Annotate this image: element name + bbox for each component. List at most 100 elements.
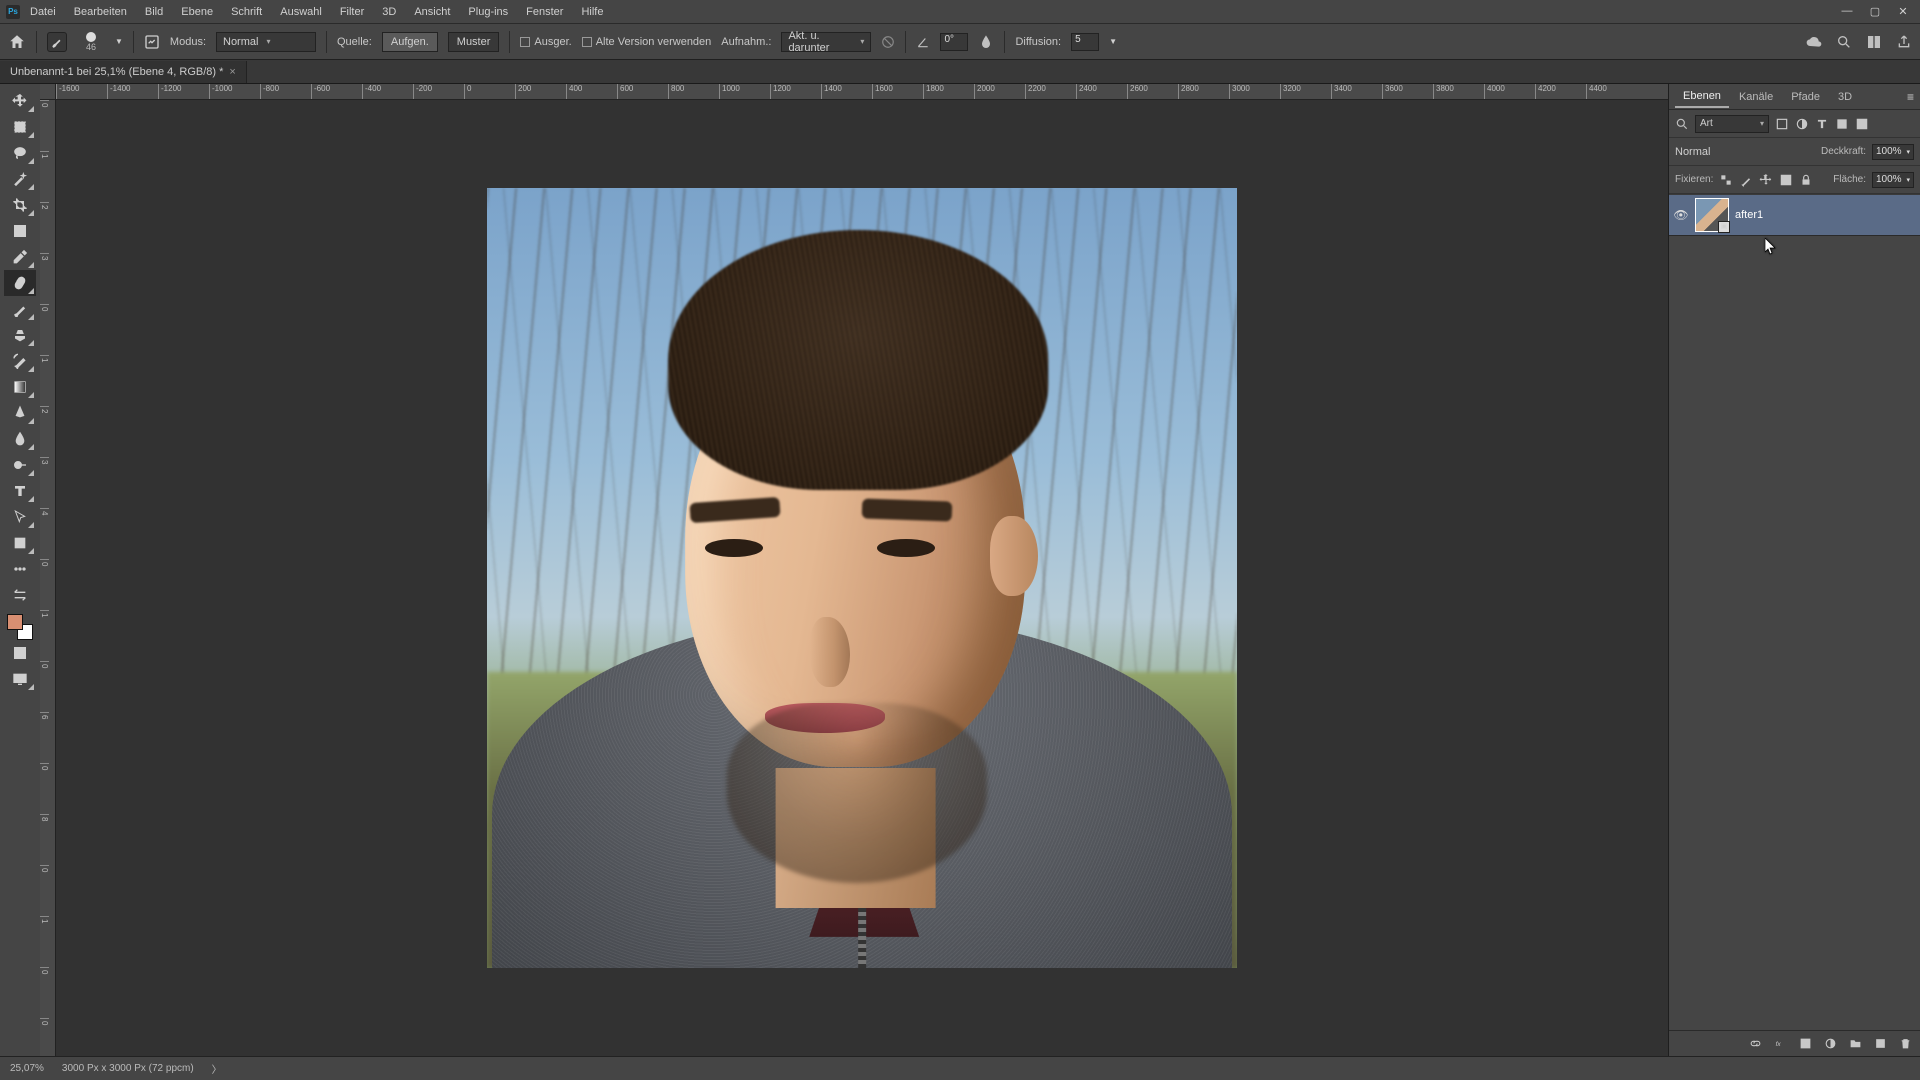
menu-layer[interactable]: Ebene <box>173 3 221 21</box>
quickmask-tool[interactable] <box>4 640 36 666</box>
diffusion-input[interactable]: 5 <box>1071 33 1099 51</box>
canvas-area[interactable]: -1600-1400-1200-1000-800-600-400-2000200… <box>40 84 1668 1056</box>
visibility-icon[interactable]: 👁 <box>1673 208 1689 222</box>
menu-edit[interactable]: Bearbeiten <box>66 3 135 21</box>
marquee-tool[interactable] <box>4 114 36 140</box>
filter-type-icon[interactable] <box>1815 117 1829 131</box>
document-info[interactable]: 3000 Px x 3000 Px (72 ppcm) <box>62 1063 194 1074</box>
fx-icon[interactable]: fx <box>1774 1037 1787 1050</box>
history-brush-tool[interactable] <box>4 348 36 374</box>
brush-tool[interactable] <box>4 296 36 322</box>
gradient-tool[interactable] <box>4 374 36 400</box>
tab-paths[interactable]: Pfade <box>1783 87 1828 107</box>
tab-3d[interactable]: 3D <box>1830 87 1860 107</box>
lock-trans-icon[interactable] <box>1719 173 1733 187</box>
menu-file[interactable]: Datei <box>22 3 64 21</box>
brush-panel-icon[interactable] <box>144 34 160 50</box>
app-icon: Ps <box>6 5 20 19</box>
eyedropper-tool[interactable] <box>4 244 36 270</box>
pressure-icon[interactable] <box>978 34 994 50</box>
filter-adjust-icon[interactable] <box>1795 117 1809 131</box>
filter-pixel-icon[interactable] <box>1775 117 1789 131</box>
fill-input[interactable]: 100% <box>1872 172 1914 188</box>
menu-window[interactable]: Fenster <box>518 3 571 21</box>
brush-preview[interactable]: 46 <box>77 32 105 52</box>
angle-input[interactable]: 0° <box>940 33 968 51</box>
lock-nest-icon[interactable] <box>1779 173 1793 187</box>
chevron-down-icon[interactable]: ▼ <box>115 37 123 46</box>
window-maximize-icon[interactable]: ▢ <box>1868 5 1882 18</box>
window-minimize-icon[interactable]: — <box>1840 5 1854 18</box>
wand-tool[interactable] <box>4 166 36 192</box>
blend-mode-dropdown[interactable]: Normal <box>216 32 316 52</box>
type-tool[interactable] <box>4 478 36 504</box>
workspace-icon[interactable] <box>1866 34 1882 50</box>
lock-pos-icon[interactable] <box>1759 173 1773 187</box>
screenmode-tool[interactable] <box>4 666 36 692</box>
dodge-tool[interactable] <box>4 452 36 478</box>
menu-plugins[interactable]: Plug-ins <box>460 3 516 21</box>
panel-menu-icon[interactable]: ≡ <box>1907 90 1914 104</box>
more-tool[interactable] <box>4 556 36 582</box>
adjust-icon[interactable] <box>1824 1037 1837 1050</box>
angle-icon[interactable] <box>916 35 930 49</box>
menu-image[interactable]: Bild <box>137 3 171 21</box>
status-arrow-icon[interactable]: 〉 <box>212 1061 222 1076</box>
canvas-image[interactable] <box>487 188 1237 968</box>
menu-help[interactable]: Hilfe <box>573 3 611 21</box>
trash-icon[interactable] <box>1899 1037 1912 1050</box>
layer-name[interactable]: after1 <box>1735 209 1763 221</box>
crop-tool[interactable] <box>4 192 36 218</box>
lock-label: Fixieren: <box>1675 174 1713 185</box>
frame-tool[interactable] <box>4 218 36 244</box>
tab-layers[interactable]: Ebenen <box>1675 86 1729 108</box>
sample-dropdown[interactable]: Akt. u. darunter <box>781 32 871 52</box>
home-icon[interactable] <box>8 33 26 51</box>
filter-smart-icon[interactable] <box>1855 117 1869 131</box>
zoom-level[interactable]: 25,07% <box>10 1063 44 1074</box>
new-layer-icon[interactable] <box>1874 1037 1887 1050</box>
tab-channels[interactable]: Kanäle <box>1731 87 1781 107</box>
cloud-icon[interactable] <box>1806 34 1822 50</box>
opacity-input[interactable]: 100% <box>1872 144 1914 160</box>
document-tab[interactable]: Unbenannt-1 bei 25,1% (Ebene 4, RGB/8) *… <box>0 61 247 83</box>
edit-toolbar-icon[interactable] <box>4 582 36 608</box>
aligned-checkbox[interactable]: Ausger. <box>520 36 571 48</box>
mask-icon[interactable] <box>1799 1037 1812 1050</box>
filter-shape-icon[interactable] <box>1835 117 1849 131</box>
lock-all-icon[interactable] <box>1799 173 1813 187</box>
menu-3d[interactable]: 3D <box>374 3 404 21</box>
search-icon[interactable] <box>1836 34 1852 50</box>
color-swatch[interactable] <box>7 614 33 640</box>
search-icon[interactable] <box>1675 117 1689 131</box>
shape-tool[interactable] <box>4 530 36 556</box>
source-sampled-button[interactable]: Aufgen. <box>382 32 438 52</box>
lasso-tool[interactable] <box>4 140 36 166</box>
menu-filter[interactable]: Filter <box>332 3 372 21</box>
source-pattern-button[interactable]: Muster <box>448 32 500 52</box>
group-icon[interactable] <box>1849 1037 1862 1050</box>
pen-tool[interactable] <box>4 400 36 426</box>
link-icon[interactable] <box>1749 1037 1762 1050</box>
menu-type[interactable]: Schrift <box>223 3 270 21</box>
status-bar: 25,07% 3000 Px x 3000 Px (72 ppcm) 〉 <box>0 1056 1920 1080</box>
lock-pixel-icon[interactable] <box>1739 173 1753 187</box>
layer-thumbnail[interactable]: ▣ <box>1695 198 1729 232</box>
window-close-icon[interactable]: ✕ <box>1896 5 1910 18</box>
layer-blend-dropdown[interactable]: Normal <box>1675 146 1785 158</box>
menu-view[interactable]: Ansicht <box>406 3 458 21</box>
move-tool[interactable] <box>4 88 36 114</box>
path-select-tool[interactable] <box>4 504 36 530</box>
blur-tool[interactable] <box>4 426 36 452</box>
layer-row[interactable]: 👁 ▣ after1 <box>1669 194 1920 236</box>
ignore-adjust-icon[interactable] <box>881 35 895 49</box>
chevron-down-icon[interactable]: ▼ <box>1109 37 1117 46</box>
legacy-checkbox[interactable]: Alte Version verwenden <box>582 36 712 48</box>
healing-brush-tool[interactable] <box>4 270 36 296</box>
share-icon[interactable] <box>1896 34 1912 50</box>
close-tab-icon[interactable]: × <box>229 66 235 78</box>
layer-filter-dropdown[interactable]: Art <box>1695 115 1769 133</box>
tool-preset-icon[interactable] <box>47 32 67 52</box>
menu-select[interactable]: Auswahl <box>272 3 330 21</box>
clone-stamp-tool[interactable] <box>4 322 36 348</box>
